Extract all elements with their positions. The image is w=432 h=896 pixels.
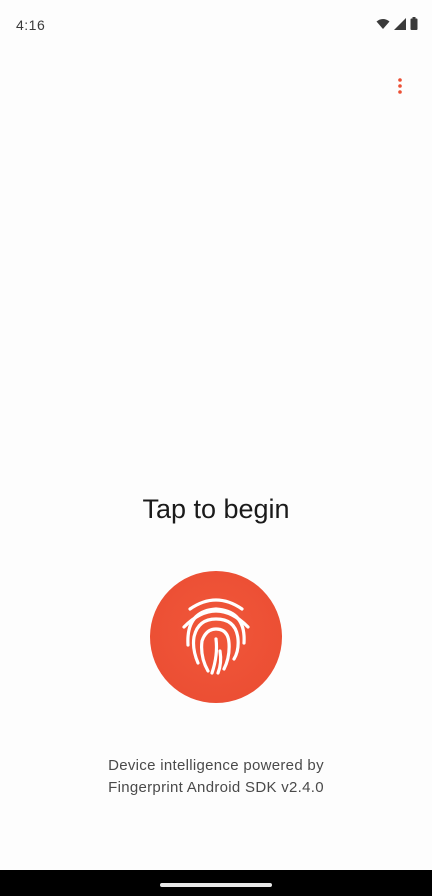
navigation-bar bbox=[0, 870, 432, 896]
battery-icon bbox=[410, 17, 418, 35]
page-title: Tap to begin bbox=[142, 494, 290, 524]
home-handle[interactable] bbox=[160, 883, 272, 887]
status-time: 4:16 bbox=[16, 17, 46, 33]
more-vert-icon[interactable] bbox=[388, 74, 412, 98]
status-icons bbox=[376, 17, 418, 35]
signal-icon bbox=[394, 17, 406, 35]
powered-by-line1: Device intelligence powered by bbox=[108, 757, 324, 774]
powered-by-line2: Fingerprint Android SDK v2.4.0 bbox=[108, 779, 324, 796]
fingerprint-icon bbox=[178, 593, 254, 682]
status-bar: 4:16 bbox=[0, 0, 432, 50]
wifi-icon bbox=[376, 17, 390, 35]
fingerprint-button[interactable] bbox=[150, 571, 282, 703]
powered-by-text: Device intelligence powered by Fingerpri… bbox=[0, 755, 432, 799]
